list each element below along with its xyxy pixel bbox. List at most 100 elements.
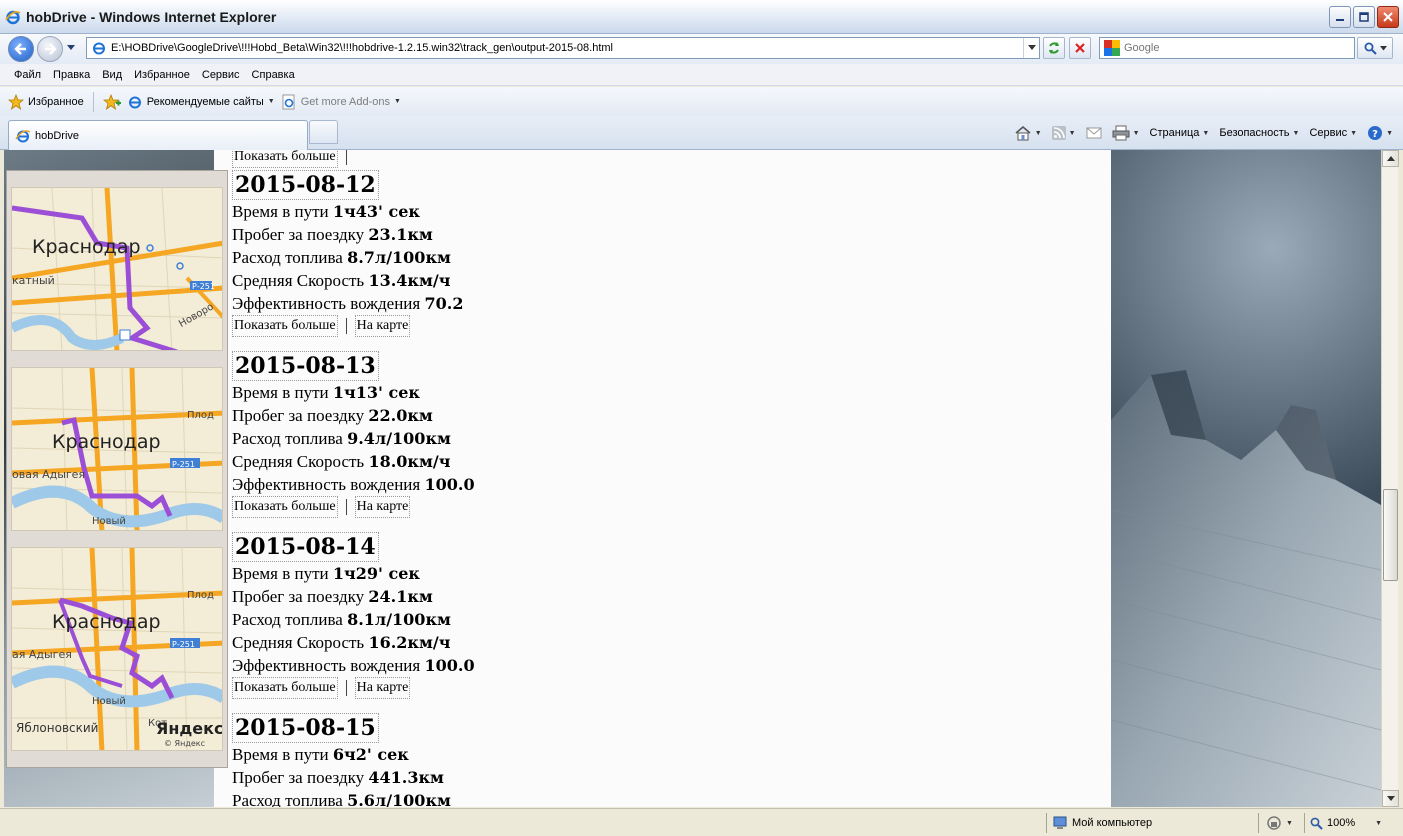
scroll-up-button[interactable]: [1382, 150, 1399, 167]
suggested-sites-label: Рекомендуемые сайты: [146, 95, 264, 108]
menu-file[interactable]: Файл: [8, 69, 47, 81]
stat-label: Время в пути: [232, 745, 329, 764]
stat-value: 70.2: [424, 294, 464, 313]
help-button[interactable]: ? ▼: [1367, 125, 1393, 141]
search-input[interactable]: [1124, 42, 1344, 54]
trip-speed: Средняя Скорость 13.4км/ч: [232, 269, 732, 292]
close-button[interactable]: [1377, 6, 1399, 28]
menu-edit[interactable]: Правка: [47, 69, 96, 81]
home-button[interactable]: ▼: [1014, 125, 1042, 141]
menu-help[interactable]: Справка: [246, 69, 301, 81]
stat-label: Расход топлива: [232, 429, 343, 448]
tab-bar: hobDrive ▼ ▼ ▼ Страница ▼ Безопасность ▼…: [0, 116, 1403, 150]
map-image: Краснодар катный Новоро Р-251: [12, 188, 222, 350]
scroll-thumb[interactable]: [1383, 489, 1398, 581]
stat-label: Время в пути: [232, 202, 329, 221]
forward-button[interactable]: [37, 36, 63, 62]
vertical-scrollbar[interactable]: [1381, 150, 1399, 807]
search-button[interactable]: [1357, 37, 1393, 59]
title-bar: hobDrive - Windows Internet Explorer: [0, 0, 1403, 34]
on-map-link[interactable]: На карте: [354, 677, 411, 699]
map-road-label: Р-251: [172, 460, 195, 469]
on-map-link[interactable]: На карте: [354, 496, 411, 518]
show-more-link[interactable]: Показать больше: [232, 315, 338, 337]
menu-favorites[interactable]: Избранное: [128, 69, 196, 81]
ie-icon: [15, 129, 31, 142]
stat-value: 16.2км/ч: [368, 633, 451, 652]
zoom-button[interactable]: 100% ▼: [1310, 813, 1382, 833]
tools-menu-button[interactable]: Сервис ▼: [1309, 127, 1357, 139]
stat-value: 22.0км: [368, 406, 433, 425]
on-map-link[interactable]: На карте: [354, 315, 411, 337]
chevron-down-icon: ▼: [1350, 129, 1358, 137]
stat-label: Средняя Скорость: [232, 633, 365, 652]
back-button[interactable]: [8, 36, 34, 62]
mail-button[interactable]: [1086, 127, 1102, 139]
map-city-label: Краснодар: [52, 611, 161, 633]
trip-date: 2015-08-12: [232, 170, 379, 200]
svg-text:?: ?: [1372, 129, 1378, 140]
rss-icon: [1051, 126, 1066, 140]
safety-menu-button[interactable]: Безопасность ▼: [1219, 127, 1299, 139]
ie-icon: [128, 96, 141, 108]
trip-date: 2015-08-14: [232, 532, 379, 562]
stop-button[interactable]: [1069, 37, 1091, 59]
page-menu-button[interactable]: Страница ▼: [1150, 127, 1210, 139]
stat-label: Эффективность вождения: [232, 294, 421, 313]
show-more-link[interactable]: Показать больше: [232, 677, 338, 699]
protected-mode-button[interactable]: ▼: [1266, 813, 1293, 833]
print-button[interactable]: ▼: [1112, 125, 1140, 141]
page-viewport: Показать больше 2015-08-12 Время в пути …: [4, 150, 1381, 807]
search-icon: [1364, 42, 1377, 55]
new-tab-button[interactable]: [309, 120, 338, 144]
stat-value: 8.7л/100км: [347, 248, 451, 267]
trip-distance: Пробег за поездку 441.3км: [232, 766, 732, 789]
background-gear-image: [1111, 150, 1381, 807]
trip-fuel: Расход топлива 8.1л/100км: [232, 608, 732, 631]
favorites-button[interactable]: Избранное: [8, 93, 84, 110]
chevron-down-icon: ▼: [1286, 819, 1293, 827]
tab-hobdrive[interactable]: hobDrive: [8, 120, 308, 150]
feeds-button[interactable]: ▼: [1051, 126, 1076, 140]
scroll-down-button[interactable]: [1382, 790, 1399, 807]
link-separator: [345, 318, 347, 334]
map-thumbnail[interactable]: Краснодар Плод Р-251 овая Адыгея Новый: [11, 367, 223, 531]
stat-label: Расход топлива: [232, 248, 343, 267]
address-field[interactable]: E:\HOBDrive\GoogleDrive\!!!Hobd_Beta\Win…: [86, 37, 1040, 59]
add-favorite-button[interactable]: [102, 93, 121, 110]
history-dropdown-icon[interactable]: [66, 44, 76, 52]
chevron-down-icon: ▼: [1375, 819, 1383, 827]
menu-tools[interactable]: Сервис: [196, 69, 246, 81]
stat-value: 8.1л/100км: [347, 610, 451, 629]
address-dropdown[interactable]: [1023, 38, 1039, 58]
trip-fuel: Расход топлива 8.7л/100км: [232, 246, 732, 269]
trip-speed: Средняя Скорость 16.2км/ч: [232, 631, 732, 654]
menu-view[interactable]: Вид: [96, 69, 128, 81]
trip-distance: Пробег за поездку 23.1км: [232, 223, 732, 246]
stat-value: 23.1км: [368, 225, 433, 244]
show-more-link[interactable]: Показать больше: [232, 150, 338, 168]
trip-date: 2015-08-13: [232, 351, 379, 381]
stat-value: 1ч13' сек: [332, 383, 420, 402]
trip-efficiency: Эффективность вождения 100.0: [232, 654, 732, 677]
map-thumbnail[interactable]: Краснодар катный Новоро Р-251: [11, 187, 223, 351]
separator: [92, 91, 94, 112]
search-box[interactable]: [1099, 37, 1355, 59]
stat-label: Средняя Скорость: [232, 271, 365, 290]
show-more-link[interactable]: Показать больше: [232, 496, 338, 518]
map-label: Новый: [92, 516, 126, 527]
status-divider: [1258, 813, 1259, 833]
refresh-button[interactable]: [1043, 37, 1065, 59]
stat-value: 1ч29' сек: [332, 564, 420, 583]
map-image: Краснодар Плод Р-251 овая Адыгея Новый: [12, 368, 222, 530]
addons-button[interactable]: Get more Add-ons ▼: [281, 94, 401, 110]
yandex-copyright: © Яндекс: [164, 739, 205, 748]
maximize-button[interactable]: [1353, 6, 1375, 28]
stat-value: 441.3км: [368, 768, 444, 787]
minimize-button[interactable]: [1329, 6, 1351, 28]
map-thumbnail[interactable]: Краснодар Плод Р-251 ая Адыгея Новый Ябл…: [11, 547, 223, 751]
suggested-sites-button[interactable]: Рекомендуемые сайты ▼: [127, 94, 275, 110]
stat-value: 5.6л/100км: [347, 791, 451, 807]
star-icon: [8, 93, 24, 110]
minimize-icon: [1336, 19, 1344, 21]
